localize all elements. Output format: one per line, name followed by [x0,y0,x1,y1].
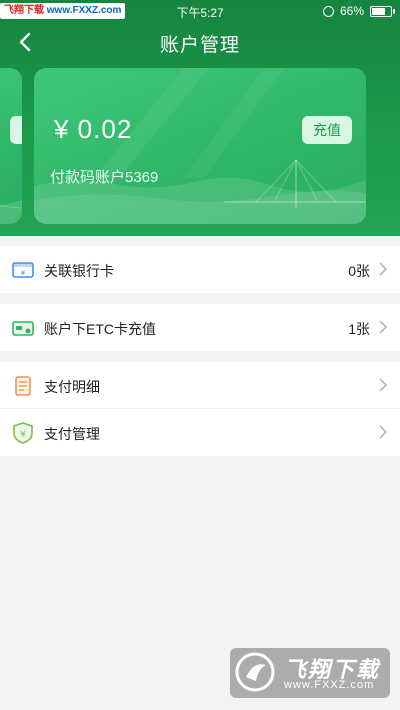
list-item-label: 支付管理 [44,426,100,442]
card-bridge-decoration [0,200,22,224]
list-item-label: 账户下ETC卡充值 [44,321,156,337]
list-item-bank-card[interactable]: ¥ 关联银行卡 0张 [0,246,400,293]
chevron-right-icon [379,320,388,334]
balance-amount: ¥ 0.02 [54,114,133,144]
list-item-label: 支付明细 [44,379,100,395]
bank-card-icon: ¥ [12,262,34,278]
previous-card-button[interactable] [10,116,22,144]
battery-icon [370,5,395,17]
list-item-count: 0张 [348,263,370,279]
list-item-count: 1张 [348,321,370,337]
payment-detail-icon [15,376,31,396]
menu-group-payment: 支付明细 ¥ 支付管理 [0,362,400,456]
page-title: 账户管理 [159,35,240,56]
watermark-badge: 飞翔下载 www.FXXZ.com [230,648,390,698]
list-item-etc-recharge[interactable]: 账户下ETC卡充值 1张 [0,304,400,351]
status-right: 66% [322,4,395,18]
account-name: 付款码账户5369 [50,169,159,186]
list-item-payment-management[interactable]: ¥ 支付管理 [0,409,400,456]
svg-text:¥: ¥ [20,430,26,440]
chevron-right-icon [379,378,388,392]
menu-group-bank: ¥ 关联银行卡 0张 [0,246,400,293]
alarm-icon [322,5,334,17]
etc-card-icon [12,321,34,336]
shield-yuan-icon: ¥ [13,422,33,444]
svg-text:¥: ¥ [21,269,26,277]
nav-bar: 账户管理 [0,22,400,62]
list-item-label: 关联银行卡 [44,263,114,279]
list-item-payment-detail[interactable]: 支付明细 [0,362,400,409]
menu-group-etc: 账户下ETC卡充值 1张 [0,304,400,351]
watermark-url: www.FXXZ.com [284,679,375,691]
battery-percent: 66% [339,4,364,18]
header-banner: 飞翔下载 www.FXXZ.com 下午5:27 66% 账户管理 ¥ 0.02… [0,0,400,236]
previous-card[interactable] [0,68,22,224]
recharge-button[interactable]: 充值 [302,116,352,144]
card-bridge-decoration [34,68,366,224]
chevron-right-icon [379,262,388,276]
watermark-logo-icon [235,652,275,692]
status-bar: 飞翔下载 www.FXXZ.com 下午5:27 66% [0,0,400,22]
chevron-right-icon [379,425,388,439]
account-card[interactable]: ¥ 0.02 充值 付款码账户5369 [34,68,366,224]
